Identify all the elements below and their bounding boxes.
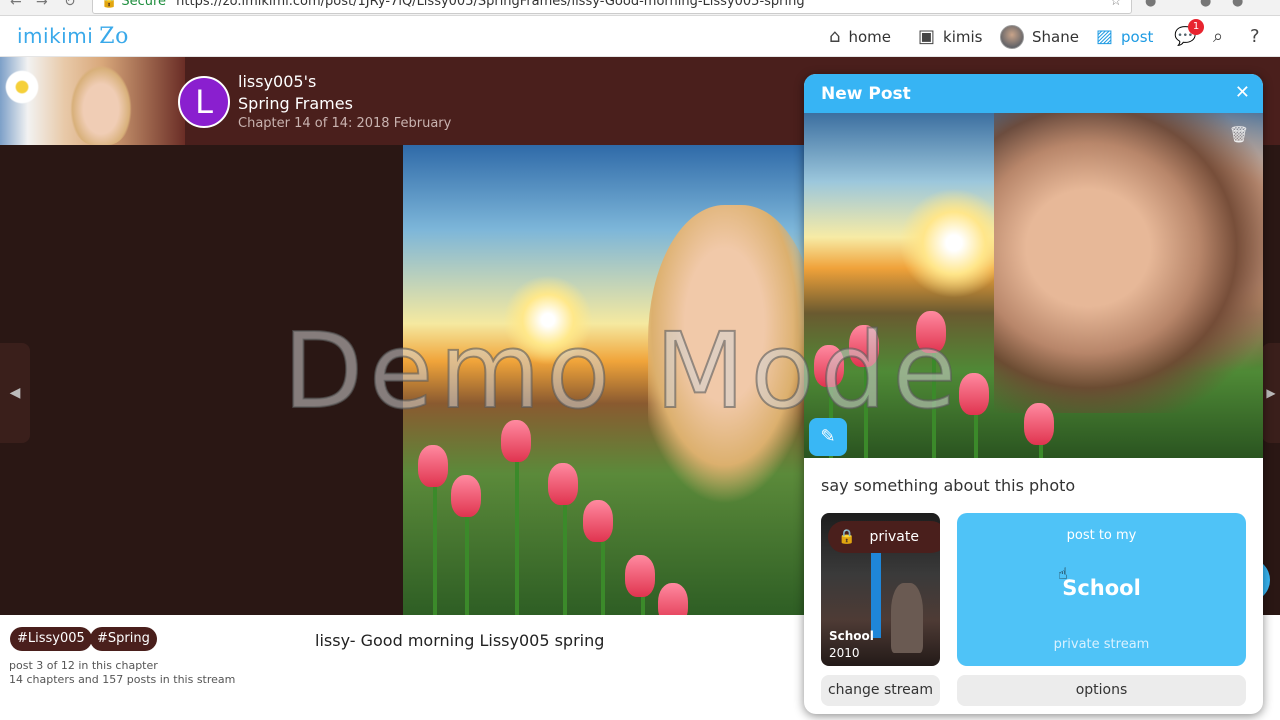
daisy-flower-art <box>2 67 42 107</box>
tulip-art <box>849 325 879 367</box>
lock-icon: 🔒 <box>101 0 118 9</box>
person-figure-art <box>891 583 923 653</box>
post-image[interactable] <box>403 145 805 615</box>
top-nav: imikimi Zo ⌂ home ▣ kimis Shane ▨ post 💬 … <box>0 16 1280 57</box>
extension-icon[interactable]: ● <box>1232 0 1243 9</box>
reload-icon[interactable]: ↻ <box>64 0 76 10</box>
new-post-panel: New Post ✕ 🗑 ✎ say something about this … <box>804 74 1263 714</box>
nav-post-label: post <box>1121 27 1154 46</box>
tulip-art <box>658 583 688 615</box>
tulip-art <box>625 555 655 597</box>
chapter-title[interactable]: Spring Frames <box>238 94 353 113</box>
stream-name: School <box>1062 576 1141 600</box>
tulip-art <box>548 463 578 505</box>
privacy-badge: 🔒 private <box>828 521 940 553</box>
bookmark-star-icon[interactable]: ☆ <box>1110 0 1122 9</box>
browser-toolbar: ← → ↻ 🔒 Secure https://zo.imikimi.com/po… <box>0 0 1280 16</box>
hashtag-lissy005[interactable]: #Lissy005 <box>10 627 92 651</box>
nav-home[interactable]: ⌂ home <box>829 16 891 57</box>
woman-portrait-art <box>648 205 805 505</box>
help-button[interactable]: ? <box>1250 16 1260 57</box>
search-icon: ⌕ <box>1213 26 1224 47</box>
image-icon: ▨ <box>1096 26 1114 47</box>
tulip-stem <box>515 445 519 615</box>
trash-icon[interactable]: 🗑 <box>1229 125 1249 144</box>
tulip-art <box>583 500 613 542</box>
extension-icon[interactable]: ● <box>1200 0 1211 9</box>
chapter-subtitle: Chapter 14 of 14: 2018 February <box>238 116 452 131</box>
url-text[interactable]: https://zo.imikimi.com/post/1JRy-7iQ/Lis… <box>176 0 804 9</box>
chapter-cover-image[interactable] <box>0 57 185 145</box>
new-post-title: New Post <box>821 84 911 104</box>
tulip-art <box>959 373 989 415</box>
post-caption: lissy- Good morning Lissy005 spring <box>315 631 605 650</box>
privacy-label: private <box>869 529 919 545</box>
nav-profile-label: Shane <box>1032 27 1079 46</box>
lock-icon: 🔒 <box>838 529 856 545</box>
address-bar[interactable]: 🔒 Secure https://zo.imikimi.com/post/1JR… <box>92 0 1132 14</box>
nav-profile[interactable]: Shane <box>1000 16 1079 57</box>
sunburst-art <box>503 275 593 365</box>
nav-kimis[interactable]: ▣ kimis <box>918 16 982 57</box>
stream-thumbnail[interactable]: 🔒 private School 2010 <box>821 513 940 666</box>
chevron-left-icon: ◀ <box>9 385 21 401</box>
user-avatar <box>1000 24 1024 49</box>
kimis-bag-icon: ▣ <box>918 26 936 47</box>
post-to-stream-button[interactable]: post to my School private stream <box>957 513 1246 666</box>
home-icon: ⌂ <box>829 26 841 47</box>
woman-portrait-art <box>70 65 132 145</box>
options-button[interactable]: options <box>957 675 1246 706</box>
hashtag-spring[interactable]: #Spring <box>90 627 157 651</box>
hand-cursor-icon: ☝ <box>1058 564 1068 583</box>
stream-stats: 14 chapters and 157 posts in this stream <box>9 673 236 686</box>
tulip-stem <box>864 353 868 458</box>
chapter-owner[interactable]: lissy005's <box>238 72 316 91</box>
notification-badge: 1 <box>1188 19 1204 35</box>
tulip-art <box>451 475 481 517</box>
tulip-art <box>814 345 844 387</box>
close-icon[interactable]: ✕ <box>1235 82 1250 103</box>
tulip-art <box>916 311 946 353</box>
owner-avatar[interactable]: L <box>178 76 230 128</box>
post-position: post 3 of 12 in this chapter <box>9 659 158 672</box>
search-button[interactable]: ⌕ <box>1213 16 1223 57</box>
brand-logo[interactable]: imikimi Zo <box>17 24 129 49</box>
stream-thumb-name: School <box>829 629 874 643</box>
help-icon: ? <box>1250 26 1260 47</box>
paintbrush-icon: ✎ <box>820 426 836 447</box>
stream-type: private stream <box>1053 637 1150 652</box>
next-post-button[interactable]: ▶ <box>1262 343 1280 443</box>
new-post-header: New Post ✕ <box>804 74 1263 113</box>
tulip-art <box>501 420 531 462</box>
extension-icon[interactable]: ● <box>1145 0 1156 9</box>
nav-home-label: home <box>848 27 891 46</box>
change-stream-button[interactable]: change stream <box>821 675 940 706</box>
edit-brush-button[interactable]: ✎ <box>809 418 847 456</box>
nav-kimis-label: kimis <box>943 27 983 46</box>
previous-post-button[interactable]: ◀ <box>0 343 30 443</box>
back-icon[interactable]: ← <box>10 0 22 10</box>
blue-pillar-art <box>871 548 881 638</box>
post-to-label: post to my <box>1066 528 1137 543</box>
brand-name: imikimi <box>17 24 94 48</box>
couple-portrait-art <box>994 113 1263 413</box>
secure-label: Secure <box>121 0 167 9</box>
sunburst-art <box>899 188 1009 298</box>
brand-suffix: Zo <box>99 24 129 49</box>
tulip-stem <box>433 475 437 615</box>
tulip-stem <box>563 490 567 615</box>
forward-icon[interactable]: → <box>36 0 48 10</box>
chevron-right-icon: ▶ <box>1266 386 1276 400</box>
tulip-art <box>418 445 448 487</box>
stream-thumb-year: 2010 <box>829 646 860 660</box>
nav-post[interactable]: ▨ post <box>1096 16 1153 57</box>
post-description-input[interactable]: say something about this photo <box>821 476 1075 495</box>
new-post-photo[interactable]: 🗑 ✎ <box>804 113 1263 458</box>
tulip-stem <box>932 338 936 458</box>
tulip-art <box>1024 403 1054 445</box>
